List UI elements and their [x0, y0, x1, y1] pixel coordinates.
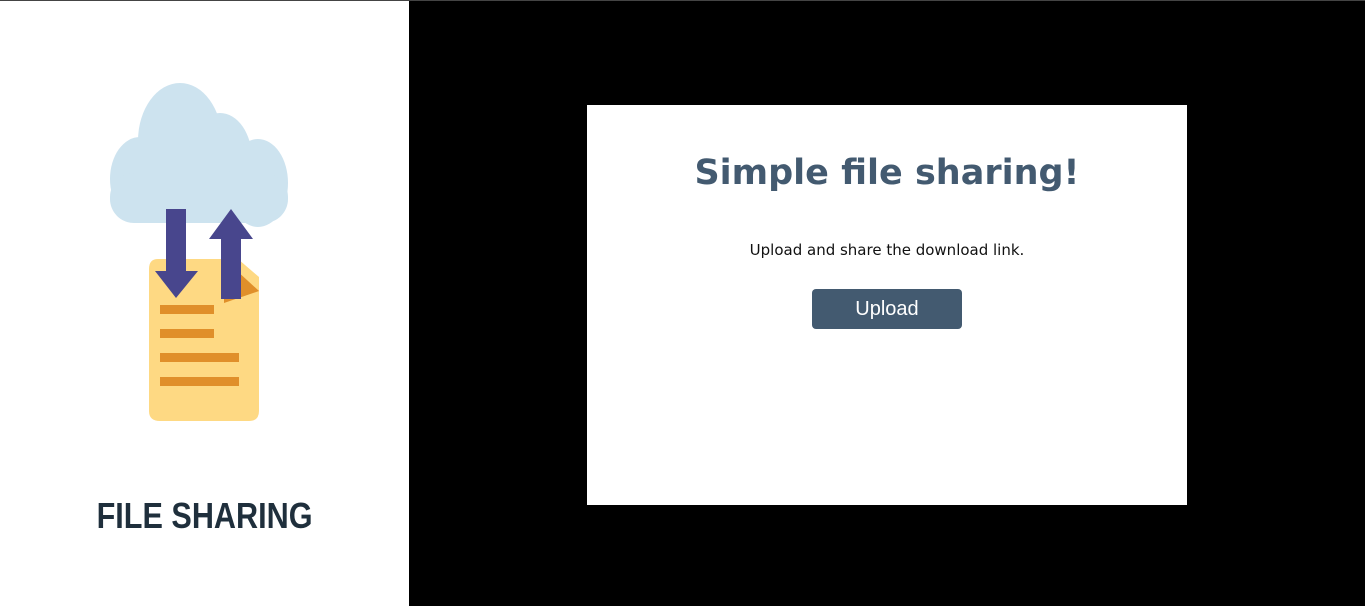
file-sharing-illustration-icon	[110, 83, 288, 421]
upload-button[interactable]: Upload	[812, 289, 962, 329]
brand-title: FILE SHARING	[96, 495, 313, 536]
page-title: Simple file sharing!	[694, 153, 1080, 193]
branding-panel: FILE SHARING	[0, 1, 409, 606]
page-subtitle: Upload and share the download link.	[749, 241, 1025, 259]
main-area: Simple file sharing! Upload and share th…	[409, 1, 1365, 606]
cloud-icon	[110, 83, 288, 227]
upload-card: Simple file sharing! Upload and share th…	[587, 105, 1187, 505]
